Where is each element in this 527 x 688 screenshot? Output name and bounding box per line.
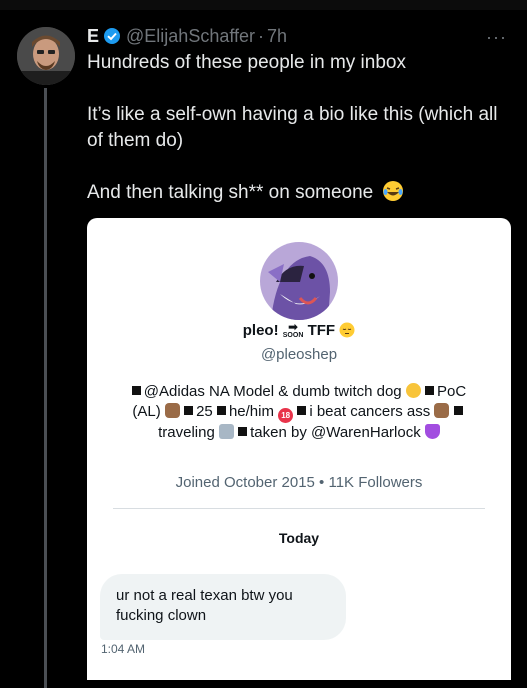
bullet-square <box>216 406 226 415</box>
bullet-square <box>238 427 248 436</box>
tweet-text-line-3-label: And then talking sh** on someone <box>87 182 374 203</box>
pensive-emoji-icon <box>339 322 355 338</box>
laughing-emoji-icon <box>382 180 404 202</box>
airplane-emoji-icon <box>218 424 234 439</box>
tweet-header: E @ElijahSchaffer · 7h <box>87 24 287 48</box>
thread-line <box>44 88 47 688</box>
soon-arrow: ➡ <box>288 320 299 335</box>
purple-heart-emoji-icon <box>424 424 440 439</box>
message-time: 1:04 AM <box>101 642 146 656</box>
avatar[interactable] <box>17 27 75 85</box>
bio-part-4: he/him <box>228 403 274 420</box>
profile-picture <box>260 242 338 320</box>
tweet-text-line-2: It’s like a self-own having a bio like t… <box>87 104 498 151</box>
tweet-time[interactable]: 7h <box>267 26 287 47</box>
top-bar <box>0 0 527 10</box>
fist-emoji-icon <box>434 403 450 418</box>
divider <box>113 508 485 509</box>
bullet-square <box>131 386 141 395</box>
profile-handle: @pleoshep <box>260 346 338 363</box>
bio-part-5: i beat cancers ass <box>309 403 431 420</box>
soon-arrow-icon: ➡ SOON <box>282 320 304 340</box>
bio-part-7: taken by @WarenHarlock <box>250 424 421 441</box>
author-handle[interactable]: @ElijahSchaffer <box>126 26 255 47</box>
bio-part-1: @Adidas NA Model & dumb twitch dog <box>143 383 402 400</box>
profile-name-label: pleo! <box>242 322 279 339</box>
profile-name: pleo! ➡ SOON TFF <box>87 320 511 340</box>
bio-part-6: traveling <box>158 424 215 441</box>
tweet-text-line-1: Hundreds of these people in my inbox <box>87 52 406 73</box>
message-bubble: ur not a real texan btw you fucking clow… <box>100 574 346 640</box>
bullet-square <box>297 406 307 415</box>
joined-followers: Joined October 2015 • 11K Followers <box>175 474 423 491</box>
day-label: Today <box>278 530 320 546</box>
profile-bio: @Adidas NA Model & dumb twitch dog PoC (… <box>117 382 481 443</box>
smirk-emoji-icon <box>405 383 421 398</box>
bullet-square <box>425 386 434 395</box>
screenshot-card[interactable]: pleo! ➡ SOON TFF @pleoshep @Adidas NA Mod… <box>87 218 511 680</box>
tweet-text-line-3: And then talking sh** on someone <box>87 180 512 206</box>
author-name[interactable]: E <box>87 26 99 47</box>
hand-emoji-icon <box>164 403 180 418</box>
bio-part-3: 25 <box>196 403 213 420</box>
more-icon[interactable]: ··· <box>486 27 507 48</box>
bullet-square <box>184 406 194 415</box>
soon-label: SOON <box>282 332 304 340</box>
bullet-square <box>453 406 463 415</box>
profile-name-suffix: TFF <box>307 322 336 339</box>
verified-badge-icon <box>103 27 121 45</box>
eighteen-emoji-icon: 18 <box>278 408 294 423</box>
header-separator: · <box>258 25 265 46</box>
